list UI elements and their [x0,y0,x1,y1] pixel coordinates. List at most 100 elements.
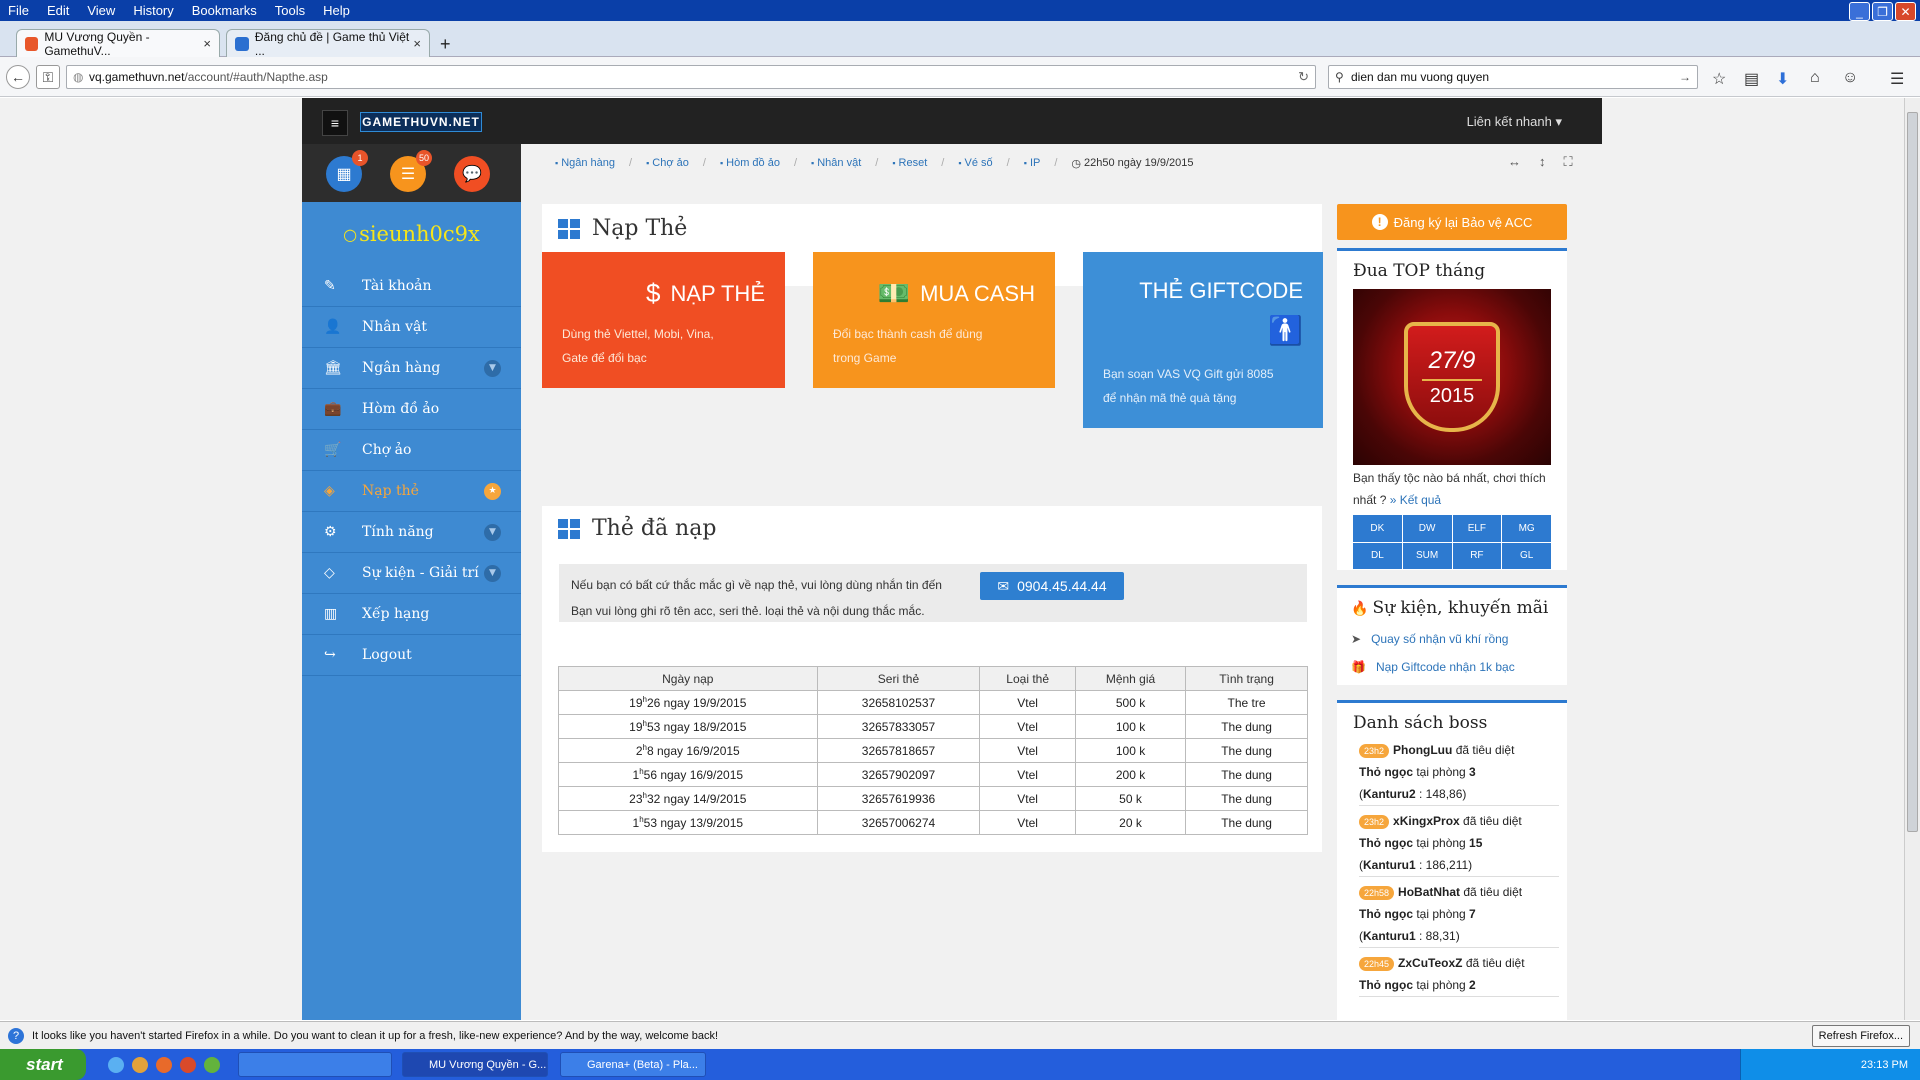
chrome-icon[interactable] [132,1057,148,1073]
table-cell: 32657902097 [816,762,981,787]
tab-close-icon[interactable]: × [413,36,421,51]
envelope-icon: ✉ [997,577,1010,594]
sidebar-item-xep-hang[interactable]: ▥ Xếp hạng [302,594,521,635]
list-shortcut[interactable]: ☰ 50 [390,150,432,192]
sidebar-item-tinh-nang[interactable]: ⚙ Tính năng ▼ [302,512,521,553]
download-icon[interactable]: ⬇ [1776,69,1789,89]
menu-file[interactable]: File [8,3,29,18]
class-button-sum[interactable]: SUM [1402,542,1452,569]
breadcrumb-reset[interactable]: ▪ Reset [892,157,927,169]
minimize-button[interactable]: _ [1849,2,1870,21]
boss-entry: 22h58 HoBatNhat đã tiêu diệt Thỏ ngọc tại … [1359,881,1559,948]
top-month-banner[interactable]: 27/9 2015 [1353,289,1551,465]
menu-view[interactable]: View [87,3,115,18]
card-nap-the[interactable]: $ NẠP THẺ Dùng thẻ Viettel, Mobi, Vina, Gat… [542,252,785,388]
breadcrumb-nhan-vat[interactable]: ▪ Nhân vật [811,157,861,169]
class-button-rf[interactable]: RF [1452,542,1502,569]
chat-icon[interactable]: ☺ [1842,69,1858,87]
home-icon[interactable]: ⌂ [1810,69,1820,87]
breadcrumb-ve-so[interactable]: ▪ Vé số [958,157,992,169]
horizontal-resize-icon[interactable]: ↔ [1508,154,1521,170]
reload-icon[interactable]: ↻ [1298,69,1309,85]
dollar-icon: $ [645,278,661,308]
table-cell: The dung [1185,786,1308,811]
table-cell: Vtel [979,762,1076,787]
breadcrumb-hom-do-ao[interactable]: ▪ Hòm đồ ảo [720,157,780,169]
search-input[interactable]: ⚲ dien dan mu vuong quyen → [1328,65,1698,89]
menu-edit[interactable]: Edit [47,3,69,18]
sidebar-item-nhan-vat[interactable]: 👤 Nhân vật [302,307,521,348]
close-window-button[interactable]: ✕ [1895,2,1916,21]
tab-title: Đăng chủ đề | Game thủ Việt ... [254,29,410,58]
breadcrumb-cho-ao[interactable]: ▪ Chợ ảo [646,157,689,169]
tab-mu-vuong-quyen[interactable]: MU Vương Quyền - GamethuV... × [16,29,220,58]
chat-bubble-icon: 💬 [462,166,482,183]
ie-icon[interactable] [108,1057,124,1073]
taskbar-item-firefox[interactable]: MU Vương Quyền - G... [402,1052,548,1077]
maximize-button[interactable]: ❐ [1872,2,1893,21]
url-bar[interactable]: ◍ vq.gamethuvn.net/account/#auth/Napthe.… [66,65,1316,89]
search-icon: ⚲ [1335,70,1344,84]
refresh-firefox-button[interactable]: Refresh Firefox... [1811,1025,1910,1047]
boss-coord: : 148,86) [1415,787,1467,801]
register-protect-button[interactable]: ! Đăng ký lại Bảo vệ ACC [1337,204,1567,240]
chat-shortcut[interactable]: 💬 [454,156,490,192]
table-cell: The dung [1185,762,1308,787]
sidebar-item-hom-do-ao[interactable]: 💼 Hòm đồ ảo [302,389,521,430]
sidebar-item-cho-ao[interactable]: 🛒 Chợ ảo [302,430,521,471]
class-button-elf[interactable]: ELF [1452,515,1502,542]
quick-links-dropdown[interactable]: Liên kết nhanh ▾ [1467,114,1562,130]
boss-list: 23h2 PhongLuu đã tiêu diệt Thỏ ngọc tại ph… [1359,739,1559,1001]
sidebar-item-logout[interactable]: ↪ Logout [302,635,521,676]
site-logo[interactable]: GAMETHUVN.NET [360,112,482,132]
app-icon[interactable] [204,1057,220,1073]
sidebar-item-ngan-hang[interactable]: 🏛 Ngân hàng ▼ [302,348,521,389]
menu-help[interactable]: Help [323,3,350,18]
event-item[interactable]: ➤ Quay số nhận vũ khí rồng [1351,632,1508,646]
tab-game-thu-viet[interactable]: Đăng chủ đề | Game thủ Việt ... × [226,29,430,58]
breadcrumb-ip[interactable]: ▪ IP [1024,157,1041,169]
card-mua-cash[interactable]: 💵 MUA CASH Đổi bạc thành cash để dùng trong… [813,252,1055,388]
app-icon[interactable] [180,1057,196,1073]
sidebar-item-icon: 🛒 [324,442,342,458]
trophy-shield-icon: 27/9 2015 [1404,322,1500,432]
table-cell: 19h26 ngay 19/9/2015 [558,690,818,715]
class-button-mg[interactable]: MG [1502,515,1551,542]
phone-button[interactable]: ✉ 0904.45.44.44 [980,572,1124,600]
vertical-resize-icon[interactable]: ↕ [1539,154,1546,170]
bookmarks-list-icon[interactable]: ▤ [1744,69,1759,89]
event-item[interactable]: 🎁 Nạp Giftcode nhận 1k bạc [1351,660,1515,674]
menu-bookmarks[interactable]: Bookmarks [192,3,257,18]
calendar-shortcut[interactable]: ▦ 1 [326,150,368,192]
class-button-dw[interactable]: DW [1402,515,1452,542]
class-button-dk[interactable]: DK [1353,515,1402,542]
vertical-scrollbar[interactable] [1904,98,1920,1020]
sidebar-item-nap-the[interactable]: ◈ Nạp thẻ ★ [302,471,521,512]
sidebar-item-tai-khoan[interactable]: ✎ Tài khoản [302,266,521,307]
new-tab-button[interactable]: + [440,34,451,55]
table-row: 23h32 ngay 14/9/2015 32657619936 Vtel 50 kT… [558,786,1308,811]
card-the-giftcode[interactable]: THẺ GIFTCODE 🚹 Bạn soạn VAS VQ Gift gửi 80… [1083,252,1323,428]
bookmark-star-icon[interactable]: ☆ [1712,69,1726,89]
sidebar-item-su-kien-giai-tri[interactable]: ◇ Sự kiện - Giải trí ▼ [302,553,521,594]
fullscreen-icon[interactable]: ⛶ [1564,154,1573,170]
hamburger-button[interactable]: ≡ [322,110,348,136]
start-button[interactable]: start [0,1049,86,1080]
menu-icon[interactable]: ☰ [1890,69,1904,89]
class-button-gl[interactable]: GL [1502,542,1551,569]
menu-tools[interactable]: Tools [275,3,305,18]
boss-line: (Kanturu2 : 148,86) [1359,783,1559,805]
top-month-result-link[interactable]: » Kết quả [1390,493,1441,507]
search-go-icon[interactable]: → [1679,70,1691,84]
class-button-dl[interactable]: DL [1353,542,1402,569]
taskbar-item-chrome[interactable] [238,1052,392,1077]
breadcrumb-datetime: ◷ 22h50 ngày 19/9/2015 [1071,157,1193,170]
taskbar-item-garena[interactable]: Garena+ (Beta) - Pla... [560,1052,706,1077]
identity-button[interactable]: ⚿ [36,65,60,89]
tab-close-icon[interactable]: × [203,36,211,51]
scrollbar-thumb[interactable] [1907,112,1918,832]
menu-history[interactable]: History [133,3,173,18]
breadcrumb-ngan-hang[interactable]: ▪ Ngân hàng [555,157,615,169]
firefox-icon[interactable] [156,1057,172,1073]
back-button[interactable]: ← [6,65,30,89]
